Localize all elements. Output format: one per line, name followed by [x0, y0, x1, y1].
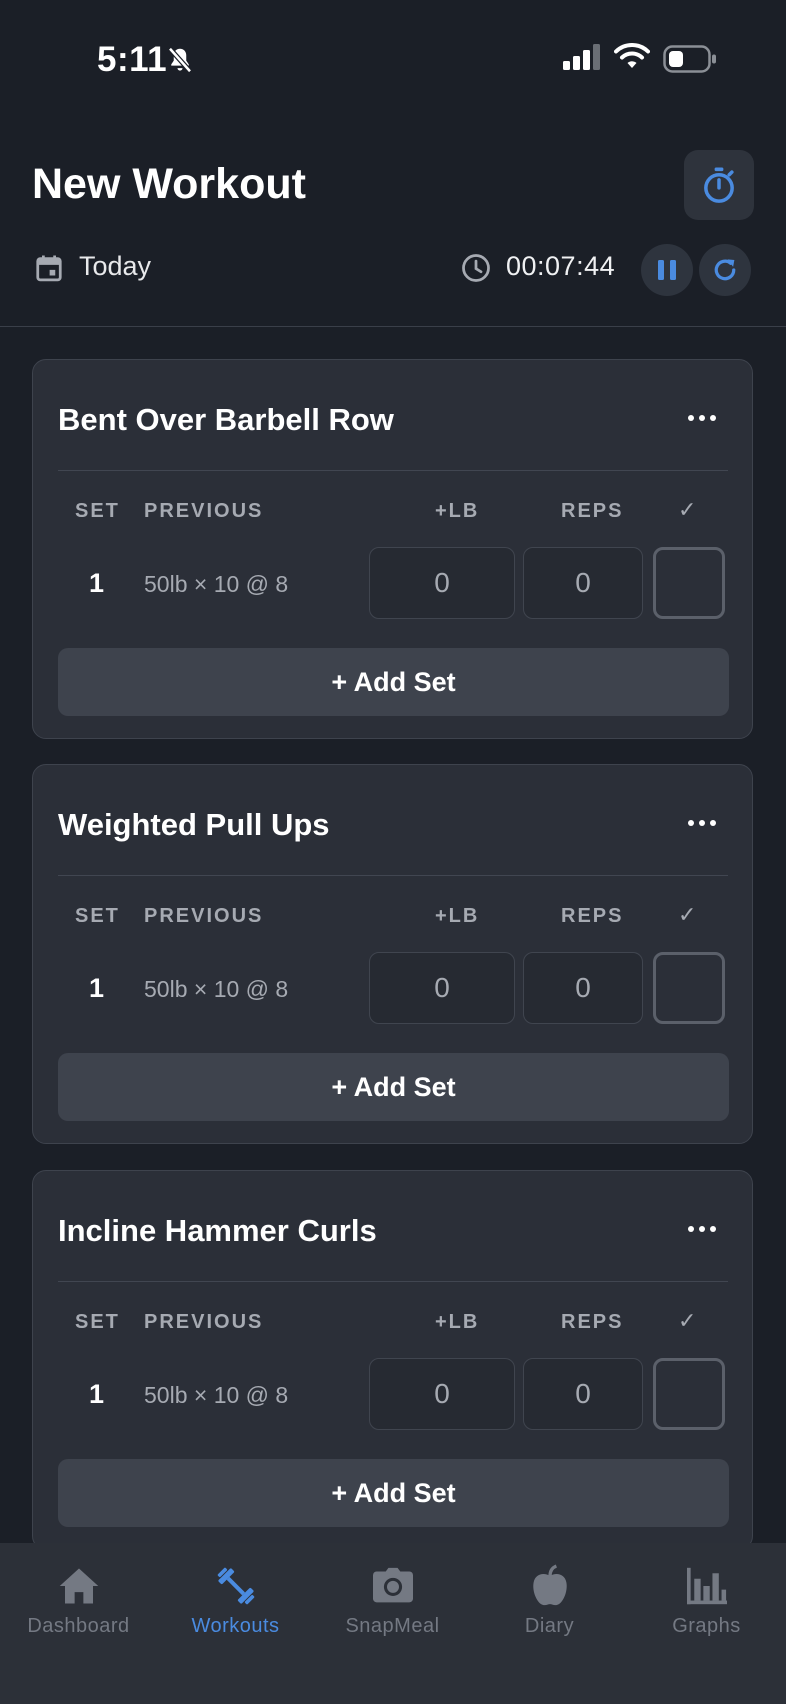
tab-workouts[interactable]: Workouts: [157, 1543, 314, 1653]
column-header-set: SET: [75, 1311, 120, 1333]
exercise-card: Incline Hammer Curls SET PREVIOUS +LB RE…: [32, 1170, 753, 1550]
column-header-previous: PREVIOUS: [144, 905, 264, 927]
refresh-icon: [714, 259, 736, 281]
column-header-weight: +LB: [435, 500, 480, 522]
column-header-done: ✓: [678, 497, 697, 522]
status-time: 5:11: [97, 40, 168, 79]
tab-label: Graphs: [672, 1615, 741, 1637]
column-header-weight: +LB: [435, 1311, 480, 1333]
stopwatch-icon: [704, 167, 734, 203]
exercise-card: Bent Over Barbell Row SET PREVIOUS +LB R…: [32, 359, 753, 739]
exercise-card: Weighted Pull Ups SET PREVIOUS +LB REPS …: [32, 764, 753, 1144]
status-bar: 5:11: [0, 0, 786, 120]
more-dots-icon: [688, 1226, 694, 1232]
set-number: 1: [89, 1379, 105, 1409]
add-set-button[interactable]: + Add Set: [58, 1053, 729, 1121]
tab-label: Diary: [524, 1615, 575, 1637]
weight-input[interactable]: 0: [369, 1358, 515, 1430]
previous-performance: 50lb × 10 @ 8: [144, 571, 289, 597]
column-header-set: SET: [75, 500, 120, 522]
column-header-reps: REPS: [561, 905, 624, 927]
tab-graphs[interactable]: Graphs: [628, 1543, 785, 1653]
divider: [58, 1281, 728, 1282]
weight-input[interactable]: 0: [369, 952, 515, 1024]
column-header-weight: +LB: [435, 905, 480, 927]
rest-timer-button[interactable]: [684, 150, 754, 220]
add-set-button[interactable]: + Add Set: [58, 1459, 729, 1527]
more-dot: [699, 820, 705, 826]
column-header-set: SET: [75, 905, 120, 927]
divider: [58, 875, 728, 876]
column-header-previous: PREVIOUS: [144, 500, 264, 522]
workout-header: New Workout Today 00:07:44: [0, 120, 786, 327]
home-icon: [59, 1568, 98, 1604]
exercise-name: Weighted Pull Ups: [58, 807, 330, 842]
camera-icon: [372, 1567, 413, 1603]
apple-icon: [532, 1564, 567, 1606]
exercise-name: Bent Over Barbell Row: [58, 402, 394, 437]
reps-input[interactable]: 0: [523, 952, 643, 1024]
pause-timer-button[interactable]: [641, 244, 693, 296]
set-complete-checkbox[interactable]: [653, 547, 725, 619]
reps-input[interactable]: 0: [523, 1358, 643, 1430]
previous-performance: 50lb × 10 @ 8: [144, 1382, 289, 1408]
dumbbell-icon: [217, 1567, 254, 1605]
more-dots-icon: [688, 820, 694, 826]
elapsed-time: 00:07:44: [506, 251, 616, 281]
divider: [58, 470, 728, 471]
more-dot: [710, 820, 716, 826]
exercise-name: Incline Hammer Curls: [58, 1213, 377, 1248]
set-number: 1: [89, 568, 105, 598]
bottom-tab-bar: Dashboard Workouts SnapMeal Diary Graphs: [0, 1543, 786, 1704]
clock-icon: [462, 254, 490, 282]
more-dot: [699, 415, 705, 421]
tab-dashboard[interactable]: Dashboard: [0, 1543, 157, 1653]
bar-chart-icon: [686, 1567, 727, 1605]
exercise-options-button[interactable]: [677, 1211, 727, 1247]
page-title: New Workout: [32, 160, 306, 208]
exercise-options-button[interactable]: [677, 400, 727, 436]
more-dot: [710, 415, 716, 421]
set-number: 1: [89, 973, 105, 1003]
more-dot: [710, 1226, 716, 1232]
reset-timer-button[interactable]: [699, 244, 751, 296]
add-set-button[interactable]: + Add Set: [58, 648, 729, 716]
tab-diary[interactable]: Diary: [471, 1543, 628, 1653]
workout-date: Today: [79, 251, 152, 281]
weight-input[interactable]: 0: [369, 547, 515, 619]
exercise-options-button[interactable]: [677, 805, 727, 841]
column-header-done: ✓: [678, 1308, 697, 1333]
tab-snapmeal[interactable]: SnapMeal: [314, 1543, 471, 1653]
more-dots-icon: [688, 415, 694, 421]
pause-icon: [658, 260, 676, 280]
calendar-icon: [36, 255, 62, 282]
reps-input[interactable]: 0: [523, 547, 643, 619]
tab-label: SnapMeal: [345, 1615, 440, 1637]
column-header-reps: REPS: [561, 1311, 624, 1333]
bell-muted-icon: [168, 47, 192, 73]
previous-performance: 50lb × 10 @ 8: [144, 976, 289, 1002]
column-header-previous: PREVIOUS: [144, 1311, 264, 1333]
more-dot: [699, 1226, 705, 1232]
tab-label: Workouts: [191, 1615, 280, 1637]
tab-label: Dashboard: [27, 1615, 130, 1637]
cellular-signal-icon: [563, 44, 600, 70]
column-header-done: ✓: [678, 902, 697, 927]
column-header-reps: REPS: [561, 500, 624, 522]
wifi-icon: [614, 43, 650, 68]
set-complete-checkbox[interactable]: [653, 1358, 725, 1430]
set-complete-checkbox[interactable]: [653, 952, 725, 1024]
battery-icon: [663, 45, 716, 73]
